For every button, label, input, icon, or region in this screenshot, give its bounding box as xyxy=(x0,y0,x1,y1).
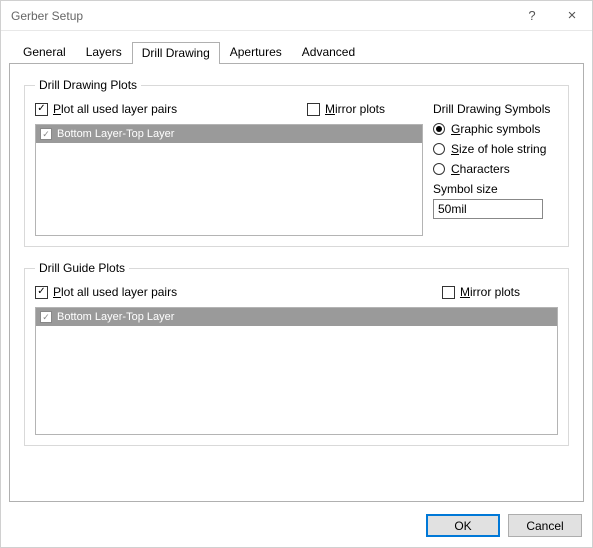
radio-label: Characters xyxy=(451,162,510,176)
radio-icon xyxy=(433,143,445,155)
checkbox-icon xyxy=(40,128,52,140)
symbol-size-label: Symbol size xyxy=(433,182,558,196)
radio-graphic-symbols[interactable]: Graphic symbols xyxy=(433,122,558,136)
radio-characters[interactable]: Characters xyxy=(433,162,558,176)
tab-general[interactable]: General xyxy=(13,41,76,63)
group-title: Drill Drawing Plots xyxy=(35,78,141,92)
ok-button[interactable]: OK xyxy=(426,514,500,537)
layer-pair-list-drawing[interactable]: Bottom Layer-Top Layer xyxy=(35,124,423,236)
radio-label: Size of hole string xyxy=(451,142,546,156)
cancel-button[interactable]: Cancel xyxy=(508,514,582,537)
group-title: Drill Guide Plots xyxy=(35,261,129,275)
window-title: Gerber Setup xyxy=(11,9,512,23)
checkbox-mirror-drawing[interactable]: Mirror plots xyxy=(307,102,385,116)
layer-pair-list-guide[interactable]: Bottom Layer-Top Layer xyxy=(35,307,558,435)
radio-hole-string[interactable]: Size of hole string xyxy=(433,142,558,156)
symbol-size-input[interactable] xyxy=(433,199,543,219)
tab-panel: Drill Drawing Plots Plot all used layer … xyxy=(9,63,584,502)
content-area: General Layers Drill Drawing Apertures A… xyxy=(1,31,592,508)
group-drill-drawing-plots: Drill Drawing Plots Plot all used layer … xyxy=(24,78,569,247)
tab-apertures[interactable]: Apertures xyxy=(220,41,292,63)
layer-pair-label: Bottom Layer-Top Layer xyxy=(57,128,174,140)
checkbox-label: Mirror plots xyxy=(325,102,385,116)
group-drill-guide-plots: Drill Guide Plots Plot all used layer pa… xyxy=(24,261,569,446)
tab-advanced[interactable]: Advanced xyxy=(292,41,365,63)
checkbox-icon xyxy=(35,286,48,299)
checkbox-mirror-guide[interactable]: Mirror plots xyxy=(442,285,520,299)
list-item[interactable]: Bottom Layer-Top Layer xyxy=(36,125,422,143)
symbols-heading: Drill Drawing Symbols xyxy=(433,102,558,116)
list-item[interactable]: Bottom Layer-Top Layer xyxy=(36,308,557,326)
layer-pair-label: Bottom Layer-Top Layer xyxy=(57,311,174,323)
dialog-buttons: OK Cancel xyxy=(1,508,592,547)
tab-layers[interactable]: Layers xyxy=(76,41,132,63)
radio-icon xyxy=(433,163,445,175)
close-icon[interactable]: × xyxy=(552,1,592,31)
checkbox-label: Mirror plots xyxy=(460,285,520,299)
radio-label: Graphic symbols xyxy=(451,122,540,136)
checkbox-plot-all-guide[interactable]: Plot all used layer pairs xyxy=(35,285,177,299)
tab-drill-drawing[interactable]: Drill Drawing xyxy=(132,42,220,64)
help-icon[interactable]: ? xyxy=(512,1,552,31)
titlebar: Gerber Setup ? × xyxy=(1,1,592,31)
checkbox-label: Plot all used layer pairs xyxy=(53,285,177,299)
checkbox-icon xyxy=(40,311,52,323)
gerber-setup-dialog: Gerber Setup ? × General Layers Drill Dr… xyxy=(0,0,593,548)
checkbox-icon xyxy=(35,103,48,116)
checkbox-icon xyxy=(307,103,320,116)
checkbox-icon xyxy=(442,286,455,299)
checkbox-plot-all-drawing[interactable]: Plot all used layer pairs xyxy=(35,102,177,116)
radio-icon xyxy=(433,123,445,135)
checkbox-label: Plot all used layer pairs xyxy=(53,102,177,116)
tab-strip: General Layers Drill Drawing Apertures A… xyxy=(13,41,584,63)
